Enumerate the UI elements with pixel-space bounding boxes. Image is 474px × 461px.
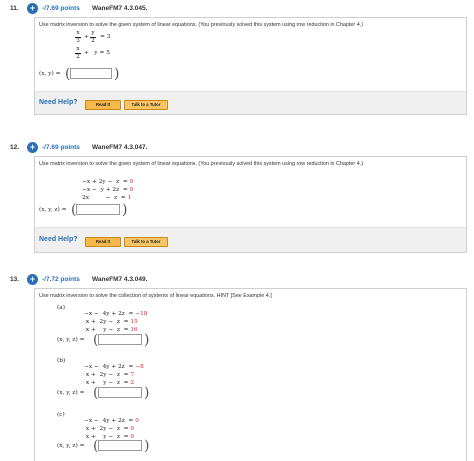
points-label: -/7.72 points	[42, 276, 80, 283]
question-prompt: Use matrix inversion to solve the given …	[39, 22, 363, 28]
numerator: x	[76, 46, 80, 52]
answer-input[interactable]	[98, 440, 142, 451]
answer-input[interactable]	[70, 68, 112, 79]
equation-lhs: x + y − z =	[84, 327, 131, 333]
help-bar: Need Help? Read It Talk to a Tutor	[35, 227, 466, 252]
fraction-y-over-2: y 2	[90, 30, 96, 44]
equation-rhs: 2	[130, 380, 135, 386]
question-11-header: 11. + -/7.69 points WaneFM7 4.3.045.	[6, 2, 467, 16]
equation-rhs: 0	[135, 418, 139, 424]
denominator: 3	[76, 38, 80, 44]
equation-2-rest: + y = 5	[84, 50, 110, 56]
plus-icon[interactable]: +	[27, 3, 38, 14]
close-paren: )	[144, 332, 150, 348]
problem-code: WaneFM7 4.3.049.	[92, 276, 148, 283]
read-it-button[interactable]: Read It	[85, 100, 121, 110]
question-prompt: Use matrix inversion to solve the collec…	[39, 293, 272, 299]
close-paren: )	[144, 438, 150, 454]
equation-lhs: x + y − z =	[84, 380, 131, 386]
talk-to-tutor-button[interactable]: Talk to a Tutor	[124, 237, 168, 247]
question-number: 12.	[10, 144, 20, 151]
equation-1-rhs: = 3	[100, 34, 111, 40]
answer-label: (x, y) =	[39, 71, 61, 77]
fraction-x-over-3: x 3	[75, 30, 81, 44]
equation-rhs: −8	[135, 364, 144, 370]
need-help-label: Need Help?	[39, 99, 78, 106]
problem-code: WaneFM7 4.3.047.	[92, 144, 148, 151]
points-label: -/7.69 points	[42, 144, 80, 151]
equation-rhs: 1	[127, 195, 132, 201]
plus-sign: +	[84, 34, 89, 40]
answer-label: (x, y, z) =	[57, 390, 85, 396]
question-13: 13. + -/7.72 points WaneFM7 4.3.049. Use…	[6, 273, 467, 461]
need-help-label: Need Help?	[39, 236, 78, 243]
answer-input[interactable]	[98, 334, 142, 345]
question-12-panel: Use matrix inversion to solve the given …	[34, 156, 467, 253]
part-b-label: (b)	[57, 358, 66, 364]
answer-label: (x, y, z) =	[57, 337, 85, 343]
close-paren: )	[144, 385, 150, 401]
part-a-label: (a)	[57, 305, 65, 311]
question-11-panel: Use matrix inversion to solve the given …	[34, 17, 467, 115]
points-label: -/7.69 points	[42, 5, 80, 12]
answer-input[interactable]	[76, 204, 120, 215]
answer-label: (x, y, z) =	[39, 207, 67, 213]
numerator: y	[91, 30, 95, 36]
question-number: 13.	[10, 276, 20, 283]
problem-code: WaneFM7 4.3.045.	[92, 5, 148, 12]
answer-label: (x, y, z) =	[57, 443, 85, 449]
question-13-panel: Use matrix inversion to solve the collec…	[34, 288, 467, 461]
question-12: 12. + -/7.69 points WaneFM7 4.3.047. Use…	[6, 141, 467, 253]
question-11: 11. + -/7.69 points WaneFM7 4.3.045. Use…	[6, 0, 467, 118]
question-12-header: 12. + -/7.69 points WaneFM7 4.3.047.	[6, 141, 467, 155]
read-it-button[interactable]: Read It	[85, 237, 121, 247]
numerator: x	[76, 30, 80, 36]
plus-icon[interactable]: +	[27, 142, 38, 153]
plus-icon[interactable]: +	[27, 274, 38, 285]
close-paren: )	[122, 202, 128, 218]
talk-to-tutor-button[interactable]: Talk to a Tutor	[124, 100, 168, 110]
answer-input[interactable]	[98, 387, 142, 398]
fraction-x-over-2: x 2	[75, 46, 81, 60]
denominator: 2	[91, 38, 95, 44]
help-bar: Need Help? Read It Talk to a Tutor	[35, 91, 466, 114]
denominator: 2	[76, 54, 80, 60]
part-c-label: (c)	[57, 412, 65, 418]
equation-rhs: 16	[130, 327, 138, 333]
question-13-header: 13. + -/7.72 points WaneFM7 4.3.049.	[6, 273, 467, 287]
close-paren: )	[114, 66, 120, 82]
question-number: 11.	[10, 5, 19, 12]
equation-lhs: 2x − z =	[82, 195, 128, 201]
question-prompt: Use matrix inversion to solve the given …	[39, 161, 363, 167]
